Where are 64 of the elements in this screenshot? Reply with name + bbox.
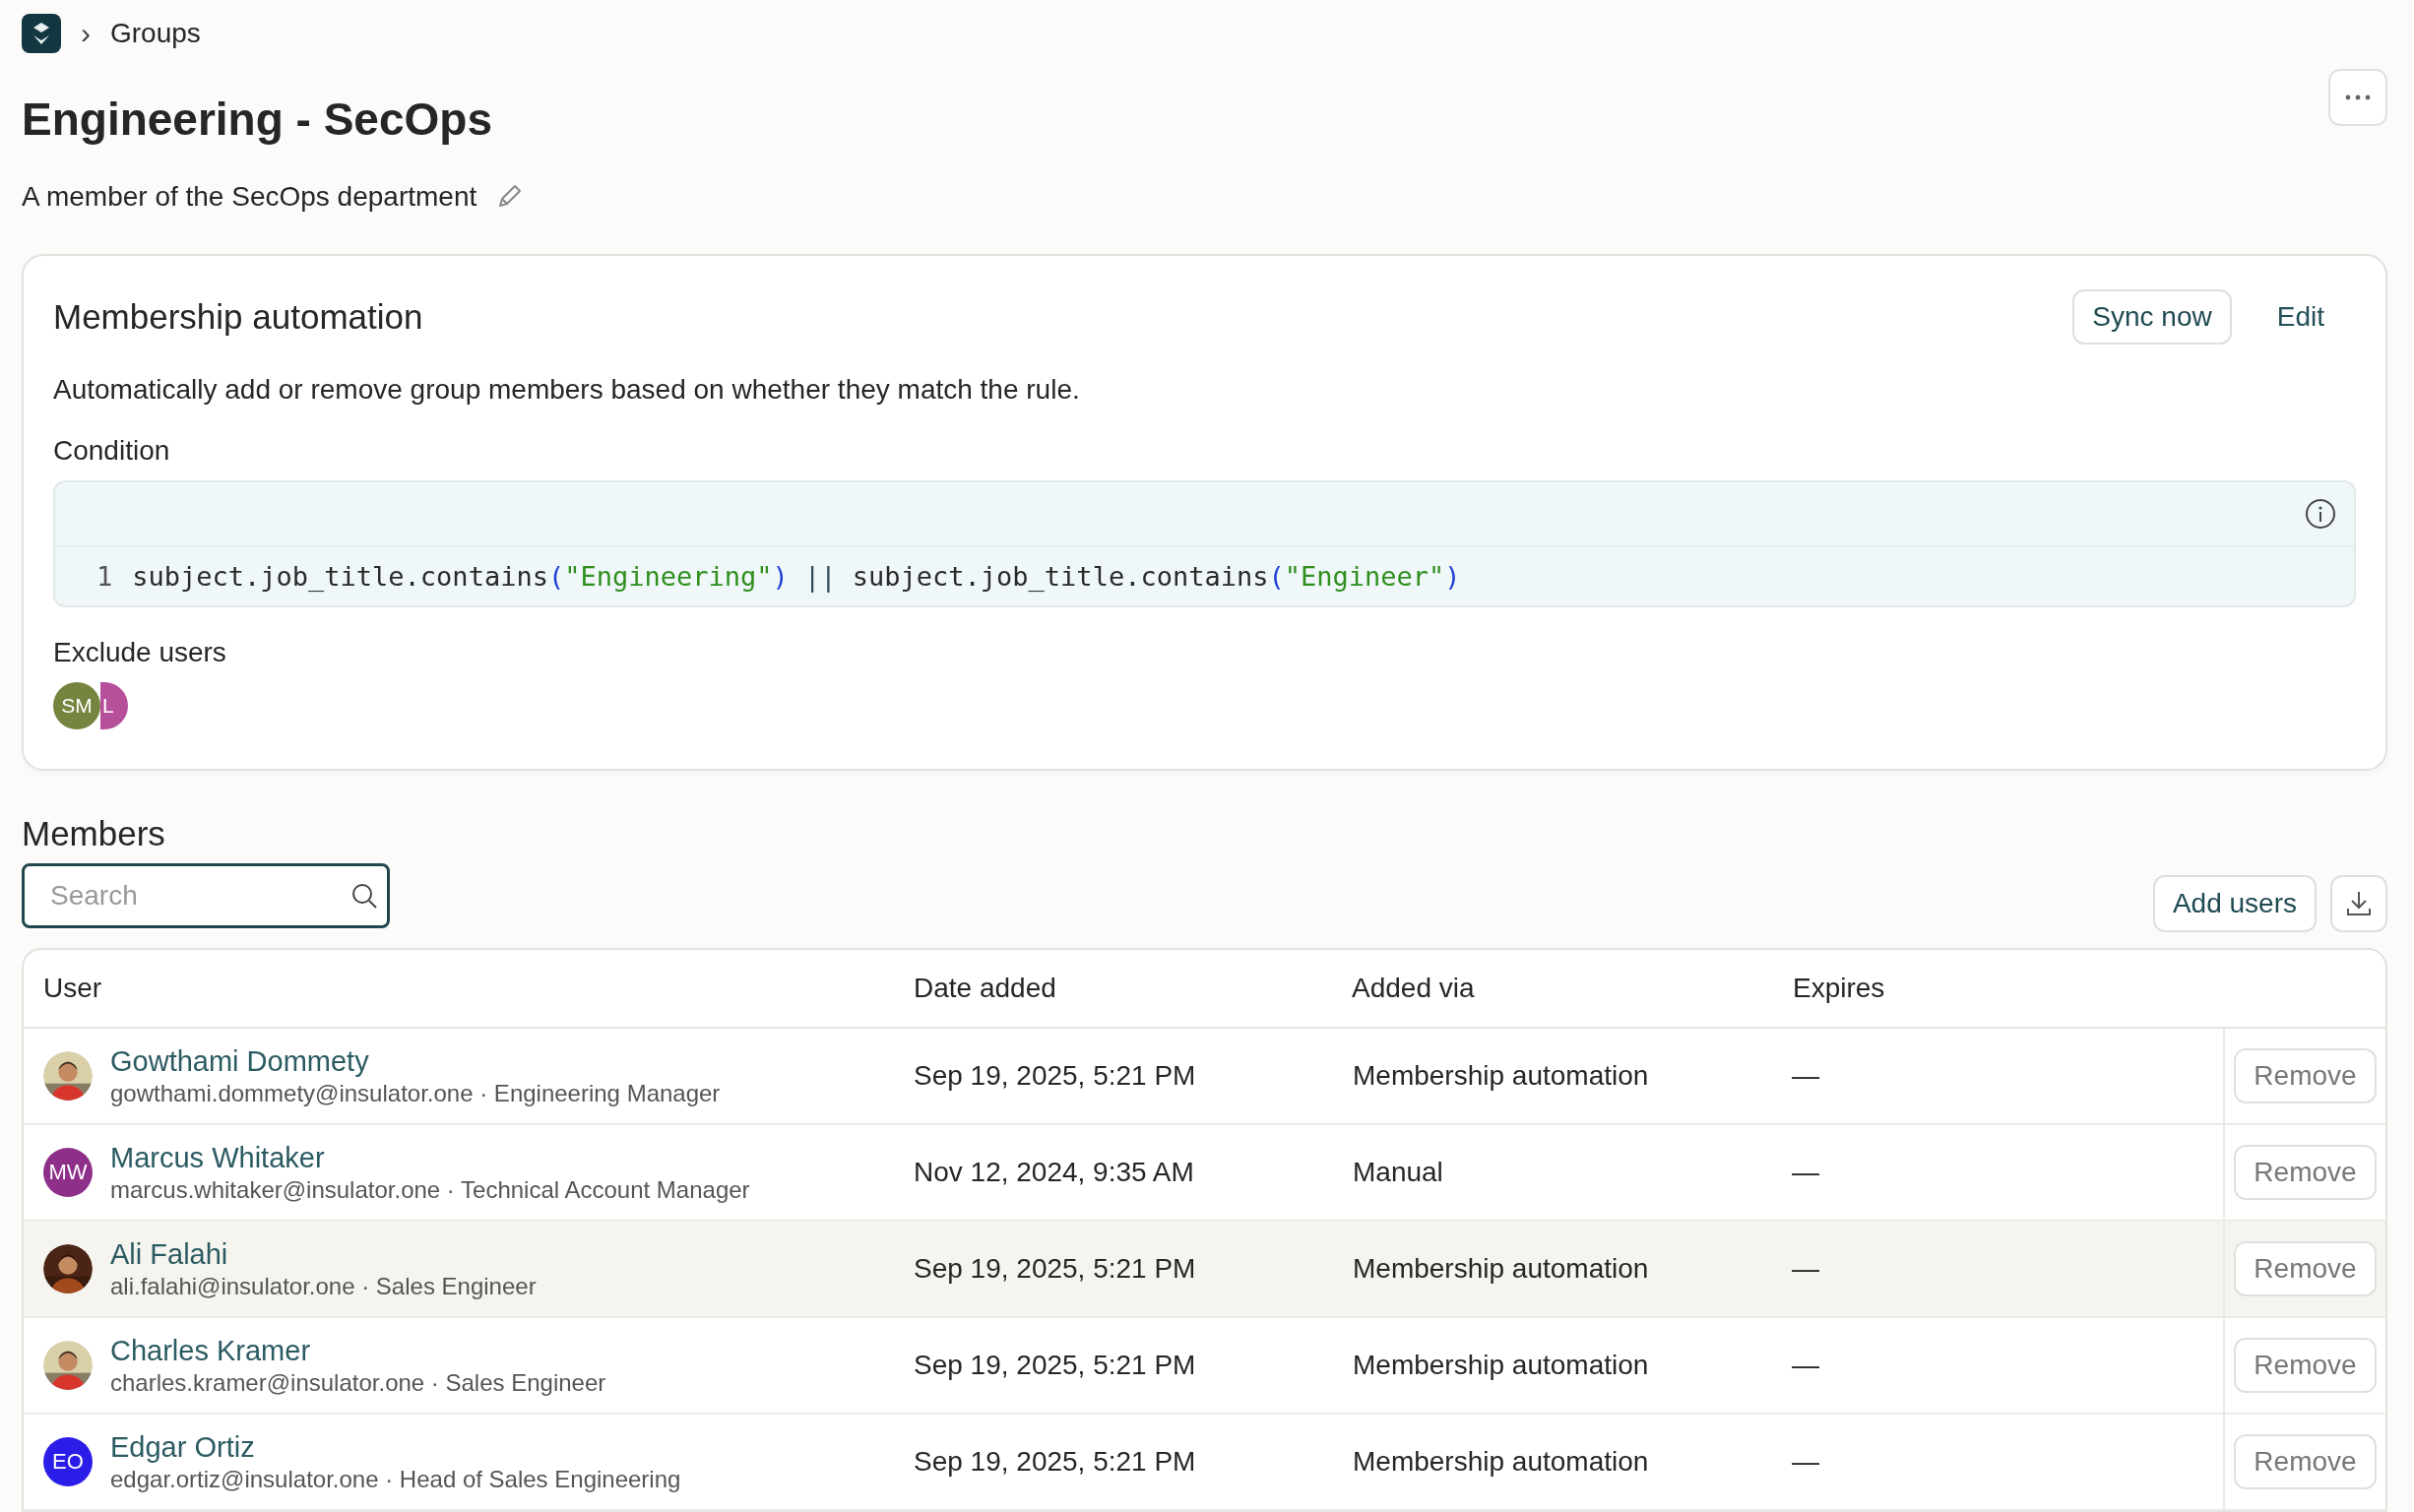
more-icon [2345,94,2371,100]
expires-cell-text: — [1791,1350,1820,1381]
section-title: Members [22,814,166,853]
breadcrumb-link[interactable]: Groups [110,18,201,49]
date-cell-text: Sep 19, 2025, 5:21 PM [913,1060,1197,1092]
code-line: subject.job_title.contains("Engineering") || subject.job_title.contains("Engineer") [132,561,1461,592]
info-icon[interactable] [2305,498,2336,530]
added-via-cell-text: Membership automation [1352,1253,1650,1285]
edit-button[interactable]: Edit [2258,291,2342,343]
search-icon [350,882,378,910]
added-via-cell-text: Manual [1352,1157,1444,1188]
table-row[interactable]: EO Edgar Ortiz edgar.ortiz@insulator.one · Head of Sales Engineering Sep 19, 2025, 5:21 PM Membership automation — Remove [24,1415,2385,1511]
expires-cell-text: — [1791,1446,1820,1478]
added-via-cell-text: Membership automation [1352,1060,1650,1092]
download-icon [2344,889,2374,918]
column-header: Date added [913,973,1057,1004]
breadcrumb-separator: › [81,17,91,50]
date-cell-text: Sep 19, 2025, 5:21 PM [913,1253,1197,1285]
automation-description: Automatically add or remove group members based on whether they match the rule. [53,374,1081,406]
user-details: marcus.whitaker@insulator.one · Technical Account Manager [110,1175,750,1204]
table-row[interactable]: Gowthami Dommety gowthami.dommety@insulator.one · Engineering Manager Sep 19, 2025, 5:21 PM Membership automation — Remove [24,1029,2385,1125]
date-cell-text: Nov 12, 2024, 9:35 AM [913,1157,1195,1188]
field-label: Condition [53,435,171,467]
logo-icon[interactable] [22,14,61,53]
section-title: Membership automation [53,297,423,337]
expires-cell-text: — [1791,1060,1820,1092]
remove-button[interactable]: Remove [2234,1241,2377,1296]
user-avatar: MW [43,1148,93,1197]
user-name-link[interactable]: Charles Kramer [110,1334,606,1367]
user-details: edgar.ortiz@insulator.one · Head of Sales Engineering [110,1465,681,1493]
remove-button[interactable]: Remove [2234,1338,2377,1393]
expires-cell-text: — [1791,1253,1820,1285]
sync-button[interactable]: Sync now [2072,289,2232,345]
add-users-button[interactable]: Add users [2152,875,2317,932]
user-name-link[interactable]: Marcus Whitaker [110,1141,750,1174]
table-row[interactable]: Ali Falahi ali.falahi@insulator.one · Sales Engineer Sep 19, 2025, 5:21 PM Membership automation — Remove [24,1222,2385,1318]
user-name-link[interactable]: Gowthami Dommety [110,1044,721,1078]
table-row[interactable]: MW Marcus Whitaker marcus.whitaker@insulator.one · Technical Account Manager Nov 12, 2024, 9:35 AM Manual — Remove [24,1125,2385,1222]
user-details: gowthami.dommety@insulator.one · Engineering Manager [110,1079,721,1107]
user-details: ali.falahi@insulator.one · Sales Engineer [110,1272,537,1300]
field-label: Exclude users [53,637,227,668]
added-via-cell-text: Membership automation [1352,1350,1650,1381]
column-header: User [42,973,103,1004]
date-cell-text: Sep 19, 2025, 5:21 PM [913,1446,1197,1478]
date-cell-text: Sep 19, 2025, 5:21 PM [913,1350,1197,1381]
user-details: charles.kramer@insulator.one · Sales Engineer [110,1368,606,1397]
user-avatar[interactable]: SM [53,682,100,729]
added-via-cell-text: Membership automation [1352,1446,1650,1478]
line-number: 1 [96,561,113,592]
group-description: A member of the SecOps department [22,181,477,213]
column-header: Added via [1351,973,1476,1004]
column-header: Expires [1792,973,1886,1004]
user-avatar[interactable]: L [100,682,128,729]
search-field[interactable]: Search [22,863,390,928]
user-name-link[interactable]: Edgar Ortiz [110,1430,681,1464]
expires-cell-text: — [1791,1157,1820,1188]
code-editor[interactable]: 1 subject.job_title.contains("Engineering") || subject.job_title.contains("Engineer") [53,480,2356,607]
download-button[interactable] [2330,875,2387,932]
user-name-link[interactable]: Ali Falahi [110,1237,537,1271]
remove-button[interactable]: Remove [2234,1048,2377,1103]
remove-button[interactable]: Remove [2234,1145,2377,1200]
table-row[interactable]: Charles Kramer charles.kramer@insulator.one · Sales Engineer Sep 19, 2025, 5:21 PM Membership automation — Remove [24,1318,2385,1415]
user-avatar: EO [43,1437,93,1486]
remove-button[interactable]: Remove [2234,1434,2377,1489]
